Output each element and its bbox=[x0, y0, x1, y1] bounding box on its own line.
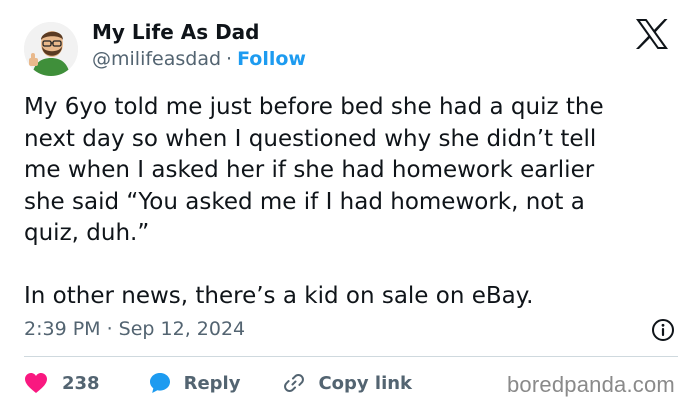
handle-separator: · bbox=[226, 48, 233, 70]
reply-bubble-icon bbox=[148, 371, 172, 395]
copy-link-label: Copy link bbox=[318, 372, 413, 394]
link-icon bbox=[282, 371, 306, 395]
reply-button[interactable]: Reply bbox=[136, 371, 241, 395]
tweet-timestamp[interactable]: 2:39 PM · Sep 12, 2024 bbox=[24, 318, 245, 340]
author-name[interactable]: My Life As Dad bbox=[92, 20, 260, 44]
x-logo-icon[interactable] bbox=[634, 18, 670, 50]
avatar[interactable] bbox=[24, 22, 78, 76]
avatar-illustration bbox=[24, 22, 78, 76]
tweet-actions: 238 Reply Copy link bbox=[24, 370, 412, 396]
follow-button[interactable]: Follow bbox=[237, 48, 306, 70]
handle-row: @milifeasdad · Follow bbox=[92, 48, 306, 70]
copy-link-button[interactable]: Copy link bbox=[270, 371, 412, 395]
like-count: 238 bbox=[62, 372, 100, 394]
author-handle[interactable]: @milifeasdad bbox=[92, 48, 221, 70]
heart-icon bbox=[24, 372, 48, 394]
info-icon[interactable] bbox=[651, 318, 675, 342]
tweet-text: My 6yo told me just before bed she had a… bbox=[24, 94, 604, 309]
like-button[interactable]: 238 bbox=[24, 372, 100, 394]
reply-label: Reply bbox=[183, 372, 241, 394]
watermark: boredpanda.com bbox=[507, 372, 675, 397]
divider bbox=[24, 356, 678, 357]
